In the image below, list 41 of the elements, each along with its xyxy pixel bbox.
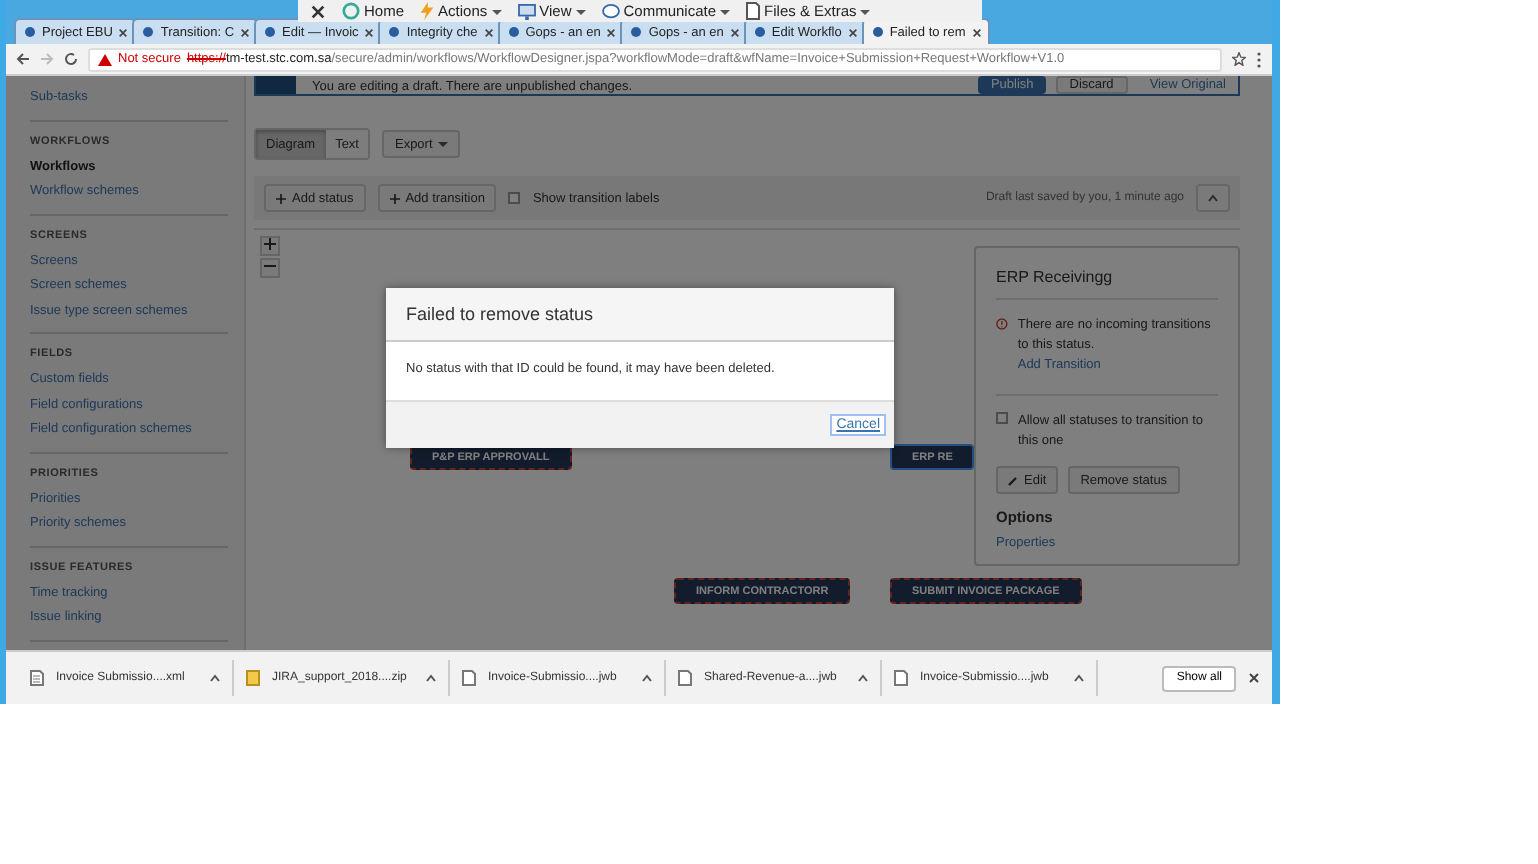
close-icon[interactable] xyxy=(118,27,129,37)
close-icon[interactable] xyxy=(240,27,251,37)
close-icon[interactable] xyxy=(310,3,326,19)
panel-title: ERP Receivingg xyxy=(996,268,1218,300)
close-icon[interactable] xyxy=(1248,672,1260,684)
caret-icon xyxy=(858,674,868,682)
minus-icon xyxy=(264,260,276,272)
plus-icon xyxy=(276,193,286,203)
close-icon[interactable] xyxy=(971,27,982,37)
close-icon[interactable] xyxy=(606,27,617,37)
close-icon[interactable] xyxy=(483,27,494,37)
file-icon xyxy=(678,670,692,686)
file-icon xyxy=(894,670,908,686)
caret-icon xyxy=(210,674,220,682)
text-file-icon xyxy=(30,670,44,686)
reload-icon[interactable] xyxy=(64,52,78,66)
pencil-icon xyxy=(1008,475,1018,485)
caret-icon xyxy=(642,674,652,682)
monitor-icon[interactable] xyxy=(517,3,536,19)
star-icon[interactable] xyxy=(1232,52,1246,66)
caret-icon xyxy=(426,674,436,682)
warning-icon xyxy=(98,53,112,65)
plus-icon xyxy=(389,193,400,203)
zoom-out-button[interactable] xyxy=(260,258,280,278)
checkbox[interactable] xyxy=(996,412,1008,424)
checkbox[interactable] xyxy=(508,192,521,204)
close-icon[interactable] xyxy=(364,27,375,37)
plus-icon xyxy=(264,238,276,250)
file-icon xyxy=(462,670,476,686)
close-icon[interactable] xyxy=(729,27,740,37)
close-icon[interactable] xyxy=(847,27,858,37)
menu-icon[interactable] xyxy=(1256,51,1262,67)
zoom-in-button[interactable] xyxy=(260,236,280,256)
warning-icon xyxy=(996,316,1008,332)
folder-icon xyxy=(246,670,260,686)
caret-icon xyxy=(1074,674,1084,682)
document-icon[interactable] xyxy=(746,2,761,20)
back-icon[interactable] xyxy=(16,52,30,66)
dialog-title: Failed to remove status xyxy=(386,288,894,342)
caret-icon xyxy=(438,140,449,148)
caret-icon xyxy=(1208,194,1218,202)
